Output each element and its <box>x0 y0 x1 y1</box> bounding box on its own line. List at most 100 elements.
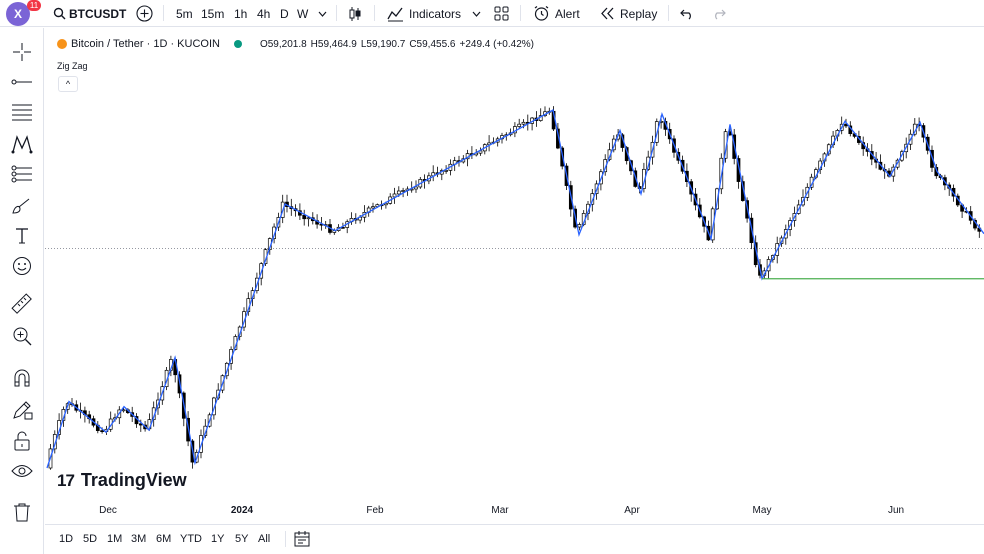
text-tool[interactable] <box>10 224 34 248</box>
candles-layer <box>48 106 982 470</box>
compare-symbol-button[interactable] <box>136 0 153 27</box>
candle-up <box>121 409 126 412</box>
toolbar-divider <box>336 5 337 21</box>
candle-up <box>396 190 401 195</box>
toolbar-divider <box>668 5 669 21</box>
ohlc-low: L59,190.7 <box>360 38 406 50</box>
indicators-button[interactable]: Indicators <box>387 0 461 27</box>
tradingview-logo-text: TradingView <box>80 470 187 490</box>
range-1m[interactable]: 1M <box>107 525 122 553</box>
range-ytd[interactable]: YTD <box>180 525 202 553</box>
interval-w[interactable]: W <box>297 0 308 27</box>
undo-icon <box>680 9 691 19</box>
ohlc-high: H59,464.9 <box>310 38 357 50</box>
candles-icon <box>349 6 361 21</box>
trash-icon <box>14 503 30 522</box>
chart-legend: Bitcoin / Tether · 1D · KUCOIN O59,201.8… <box>57 38 538 50</box>
tradingview-logo[interactable]: 17 TradingView <box>57 470 187 491</box>
interval-4h[interactable]: 4h <box>257 0 270 27</box>
interval-15m[interactable]: 15m <box>201 0 224 27</box>
alert-label: Alert <box>555 6 580 21</box>
range-1y[interactable]: 1Y <box>211 525 224 553</box>
fib-tool[interactable] <box>10 100 34 124</box>
toolbar-divider <box>374 5 375 21</box>
range-all[interactable]: All <box>258 525 270 553</box>
chart-type-button[interactable] <box>347 0 363 27</box>
candle-up <box>517 123 522 127</box>
zoom-in-icon <box>13 327 32 346</box>
grid-layout-icon <box>494 6 509 21</box>
interval-d[interactable]: D <box>280 0 289 27</box>
symbol-search-button[interactable]: BTCUSDT <box>53 0 126 27</box>
chart-pane[interactable]: Bitcoin / Tether · 1D · KUCOIN O59,201.8… <box>45 28 984 522</box>
magnet-tool[interactable] <box>10 366 34 390</box>
zoom-in-tool[interactable] <box>10 324 34 348</box>
alarm-clock-icon <box>534 6 549 21</box>
range-3m[interactable]: 3M <box>131 525 146 553</box>
notification-badge: 11 <box>27 0 41 11</box>
redo-button[interactable] <box>712 0 726 27</box>
indicators-label: Indicators <box>409 6 462 21</box>
layouts-button[interactable] <box>494 0 509 27</box>
search-icon <box>53 7 66 20</box>
range-5d[interactable]: 5D <box>83 525 97 553</box>
x-axis-label: 2024 <box>230 505 254 516</box>
ruler-icon <box>11 293 32 314</box>
x-axis-label: Mar <box>491 505 509 516</box>
x-axis-label: Apr <box>624 505 640 516</box>
chevron-up-icon: ^ <box>65 79 71 89</box>
candle-up <box>577 224 582 228</box>
lock-drawing-tool[interactable] <box>10 398 34 422</box>
magnet-icon <box>14 369 30 387</box>
range-6m[interactable]: 6M <box>156 525 171 553</box>
replay-button[interactable]: Replay <box>600 0 657 27</box>
smiley-icon <box>13 257 31 275</box>
x-axis-label: Feb <box>366 505 384 516</box>
crosshair-tool[interactable] <box>10 40 34 64</box>
candle-up <box>414 186 418 190</box>
market-open-indicator <box>233 40 242 48</box>
chevron-down-icon <box>318 11 327 17</box>
indicator-legend-zigzag[interactable]: Zig Zag <box>57 61 88 71</box>
pattern-tool[interactable] <box>10 132 34 156</box>
interval-dropdown[interactable] <box>318 0 327 27</box>
goto-date-button[interactable] <box>293 525 311 553</box>
brush-icon <box>12 198 30 214</box>
ohlc-change: +249.4 (+0.42%) <box>459 38 534 50</box>
emoji-tool[interactable] <box>10 254 34 278</box>
x-axis-label: May <box>752 505 772 516</box>
lock-all-tool[interactable] <box>10 429 34 453</box>
top-toolbar: X 11 BTCUSDT 5m 15m 1h 4h D W Indicators… <box>0 0 984 27</box>
undo-button[interactable] <box>680 0 694 27</box>
text-icon <box>16 228 28 244</box>
calendar-icon <box>294 531 310 547</box>
brush-tool[interactable] <box>10 194 34 218</box>
range-1d[interactable]: 1D <box>59 525 73 553</box>
forecasting-tool[interactable] <box>10 162 34 186</box>
remove-drawings-tool[interactable] <box>10 500 34 524</box>
indicators-templates-dropdown[interactable] <box>472 0 481 27</box>
alert-button[interactable]: Alert <box>533 0 580 27</box>
collapse-legend-button[interactable]: ^ <box>58 76 78 92</box>
tv-mark-icon: 17 <box>57 470 75 490</box>
trend-line-tool[interactable] <box>10 70 34 94</box>
interval-1h[interactable]: 1h <box>234 0 247 27</box>
chart-title[interactable]: Bitcoin / Tether · 1D · KUCOIN <box>71 38 220 50</box>
toolbar-divider <box>520 5 521 21</box>
measure-tool[interactable] <box>10 292 34 316</box>
candle-up <box>371 206 375 209</box>
toolbar-divider <box>285 531 286 547</box>
forecast-icon <box>11 165 32 183</box>
hide-drawings-tool[interactable] <box>10 459 34 483</box>
lock-open-icon <box>14 431 30 451</box>
bitcoin-icon <box>57 39 67 49</box>
rewind-icon <box>601 7 614 20</box>
pencil-lock-icon <box>13 401 33 420</box>
interval-5m[interactable]: 5m <box>176 0 193 27</box>
redo-icon <box>715 9 726 19</box>
symbol-label: BTCUSDT <box>69 6 127 21</box>
range-5y[interactable]: 5Y <box>235 525 248 553</box>
drawing-toolbar <box>0 28 44 554</box>
indicators-icon <box>387 7 403 21</box>
price-chart[interactable] <box>45 28 984 522</box>
